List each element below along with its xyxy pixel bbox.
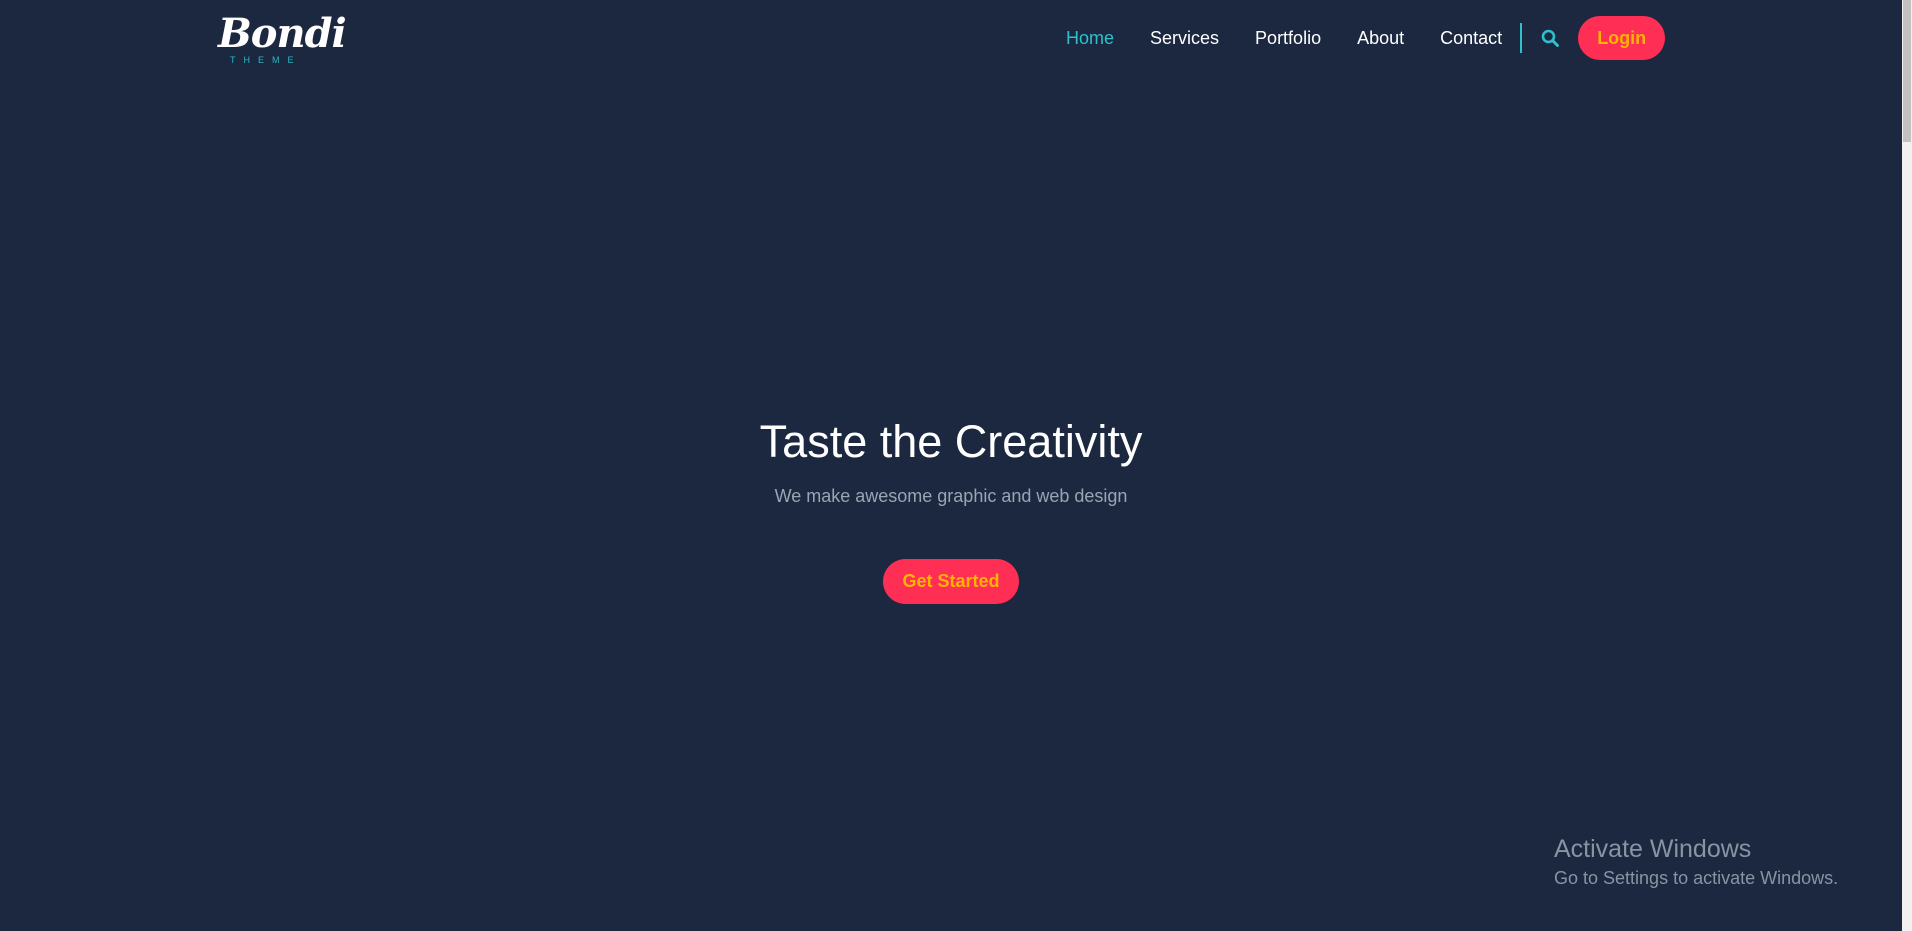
cta-container: Get Started — [0, 559, 1902, 604]
nav-link-portfolio[interactable]: Portfolio — [1255, 28, 1321, 49]
scrollbar-thumb[interactable] — [1903, 0, 1911, 142]
search-icon — [1541, 29, 1560, 47]
search-button[interactable] — [1538, 26, 1562, 50]
main-nav: Home Services Portfolio About Contact Lo… — [1066, 0, 1666, 76]
nav-link-contact[interactable]: Contact — [1440, 28, 1502, 49]
page: Bondi THEME Home Services Portfolio Abou… — [0, 0, 1912, 931]
windows-activation-watermark: Activate Windows Go to Settings to activ… — [1554, 834, 1838, 890]
nav-divider — [1520, 23, 1523, 53]
hero-title: Taste the Creativity — [759, 416, 1143, 467]
login-button[interactable]: Login — [1578, 16, 1666, 60]
brand-name: Bondi — [218, 10, 347, 57]
get-started-button[interactable]: Get Started — [883, 559, 1019, 604]
brand-tagline: THEME — [230, 55, 302, 65]
nav-link-home[interactable]: Home — [1066, 28, 1114, 49]
watermark-title: Activate Windows — [1554, 835, 1752, 863]
page-scrollbar[interactable] — [1902, 0, 1912, 931]
hero-section: Taste the Creativity We make awesome gra… — [0, 400, 1902, 508]
nav-link-about[interactable]: About — [1357, 28, 1404, 49]
nav-link-services[interactable]: Services — [1150, 28, 1219, 49]
watermark-subtitle: Go to Settings to activate Windows. — [1554, 868, 1839, 888]
hero-subtitle: We make awesome graphic and web design — [774, 486, 1128, 506]
brand-logo[interactable]: Bondi THEME — [218, 10, 347, 66]
site-header: Bondi THEME Home Services Portfolio Abou… — [0, 0, 1902, 76]
